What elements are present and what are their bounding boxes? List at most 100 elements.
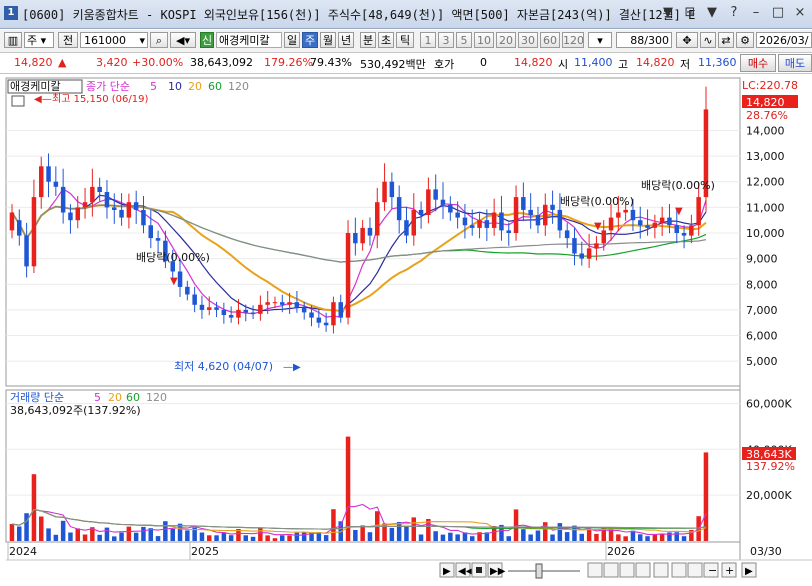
layout-5-icon[interactable]	[653, 562, 669, 578]
help-icon[interactable]: ?	[724, 3, 744, 23]
chart-icon[interactable]: ▥	[4, 32, 22, 48]
dropdown-icon[interactable]: ▼	[658, 3, 678, 23]
period-button-year[interactable]: 년	[338, 32, 354, 48]
close-button[interactable]: ×	[790, 3, 810, 23]
interval-button-3[interactable]: 3	[438, 32, 454, 48]
maximize-button[interactable]: □	[768, 3, 788, 23]
volume-bar-down	[177, 523, 183, 541]
chevron-down-icon: ▾	[597, 34, 603, 47]
interval-button-120[interactable]: 120	[562, 32, 584, 48]
chart-svg[interactable]: 14,000 13,000 12,000 11,000 10,000 9,000 8,000…	[0, 74, 812, 583]
current-pct-tag: 28.76%	[746, 109, 788, 122]
period-button-second[interactable]: 초	[378, 32, 394, 48]
interval-select[interactable]: ▾	[588, 32, 612, 48]
interval-button-10[interactable]: 10	[474, 32, 494, 48]
period-button-day[interactable]: 일	[284, 32, 300, 48]
search-icon[interactable]: ⌕	[150, 32, 168, 48]
volume-bar-down	[433, 531, 438, 541]
interval-button-60[interactable]: 60	[540, 32, 560, 48]
volume-bar-up	[586, 529, 592, 541]
layout-1-icon[interactable]	[587, 562, 603, 578]
volume-bar-down	[97, 534, 102, 541]
volume-bar-down	[396, 522, 402, 541]
volume-bar-down	[638, 534, 643, 541]
interval-button-30[interactable]: 30	[518, 32, 538, 48]
period-button-week[interactable]: 주	[302, 32, 318, 48]
layout-icon[interactable]: ⊟	[680, 3, 700, 23]
layout-6-icon[interactable]	[671, 562, 687, 578]
volume-bar-down	[141, 526, 146, 541]
stock-code-input[interactable]: 161000 ▾	[80, 32, 148, 48]
candle-down	[294, 302, 300, 308]
window-title: [0600] 키움종합차트 - KOSPI 외국인보유[156(천)] 주식수[…	[22, 8, 696, 22]
amount-value: 530,492백만	[360, 58, 426, 71]
low-marker-arrow-icon: —▶	[283, 362, 301, 373]
layout-4-icon[interactable]	[635, 562, 651, 578]
candle-up	[411, 209, 416, 236]
candle-up	[513, 197, 519, 233]
pin-icon[interactable]: ▼	[702, 3, 722, 23]
candle-down	[104, 192, 110, 208]
wave-icon[interactable]: ∿	[700, 32, 716, 48]
volume-bar-down	[185, 530, 190, 541]
candle-up	[9, 212, 15, 231]
candle-down	[448, 204, 453, 213]
candle-down	[177, 271, 183, 287]
candle-down	[199, 304, 205, 310]
candle-down	[638, 220, 643, 226]
zoom-slider-handle[interactable]	[535, 563, 543, 579]
period-button-month[interactable]: 월	[320, 32, 336, 48]
buy-button[interactable]: 매수	[740, 54, 776, 72]
candle-down	[192, 294, 197, 305]
settings-gear-icon[interactable]: ⚙	[736, 32, 754, 48]
candle-up	[382, 181, 387, 203]
candle-down	[550, 204, 555, 210]
adjust-button[interactable]: 전	[58, 32, 78, 48]
candle-up	[75, 207, 80, 221]
volume-bar-down	[579, 533, 584, 541]
price-y-tick-label: 14,000	[746, 124, 785, 137]
vol-legend-ma20: 20	[108, 391, 122, 404]
volume-legend-title: 거래량 단순	[10, 391, 64, 404]
layout-3-icon[interactable]	[619, 562, 635, 578]
chart-toolbar: ▥ 주 ▾ 전 161000 ▾ ⌕ ◀▾ 신 애경케미칼 일 주 월 년 분 초…	[0, 30, 812, 53]
volume-bar-down	[681, 536, 687, 541]
candle-down	[499, 212, 504, 231]
price-y-tick-label: 12,000	[746, 176, 785, 189]
volume-bar-up	[594, 533, 599, 541]
volume-bar-up	[258, 527, 263, 541]
candle-down	[462, 217, 468, 226]
period-type-select[interactable]: 주 ▾	[24, 32, 54, 48]
interval-button-20[interactable]: 20	[496, 32, 516, 48]
speaker-icon[interactable]: ◀▾	[170, 32, 196, 48]
volume-bar-up	[360, 525, 365, 541]
chevron-down-icon[interactable]: ▾	[139, 33, 145, 47]
grid-toggle-icon[interactable]	[11, 95, 25, 107]
price-change: 3,420	[96, 56, 128, 69]
volume-bar-down	[199, 532, 205, 541]
volume-bar-down	[645, 536, 650, 541]
sync-icon[interactable]: ⇄	[718, 32, 734, 48]
period-button-tick[interactable]: 틱	[396, 32, 414, 48]
candle-down	[389, 181, 395, 198]
volume-bar-down	[155, 536, 161, 541]
volume-bar-up	[616, 534, 621, 541]
sell-button[interactable]: 매도	[778, 54, 812, 72]
volume-pct-tag: 137.92%	[746, 460, 795, 473]
date-field[interactable]: 2026/03/	[756, 32, 812, 48]
price-y-ticks: 14,000 13,000 12,000 11,000 10,000 9,000 8,000…	[746, 124, 785, 368]
layout-7-icon[interactable]	[687, 562, 703, 578]
crosshair-icon[interactable]: ✥	[676, 32, 698, 48]
candle-down	[155, 238, 161, 241]
period-button-minute[interactable]: 분	[360, 32, 376, 48]
minimize-button[interactable]: –	[746, 3, 766, 23]
count-field[interactable]: 88/300	[616, 32, 672, 48]
interval-button-1[interactable]: 1	[420, 32, 436, 48]
candle-down	[221, 309, 227, 315]
high-marker-arrow-icon: ◀—	[34, 94, 52, 105]
candle-down	[564, 230, 570, 239]
interval-button-5[interactable]: 5	[456, 32, 472, 48]
volume-bar-down	[301, 532, 307, 541]
chart-area[interactable]: 14,000 13,000 12,000 11,000 10,000 9,000 8,000…	[0, 74, 812, 583]
layout-2-icon[interactable]	[603, 562, 619, 578]
